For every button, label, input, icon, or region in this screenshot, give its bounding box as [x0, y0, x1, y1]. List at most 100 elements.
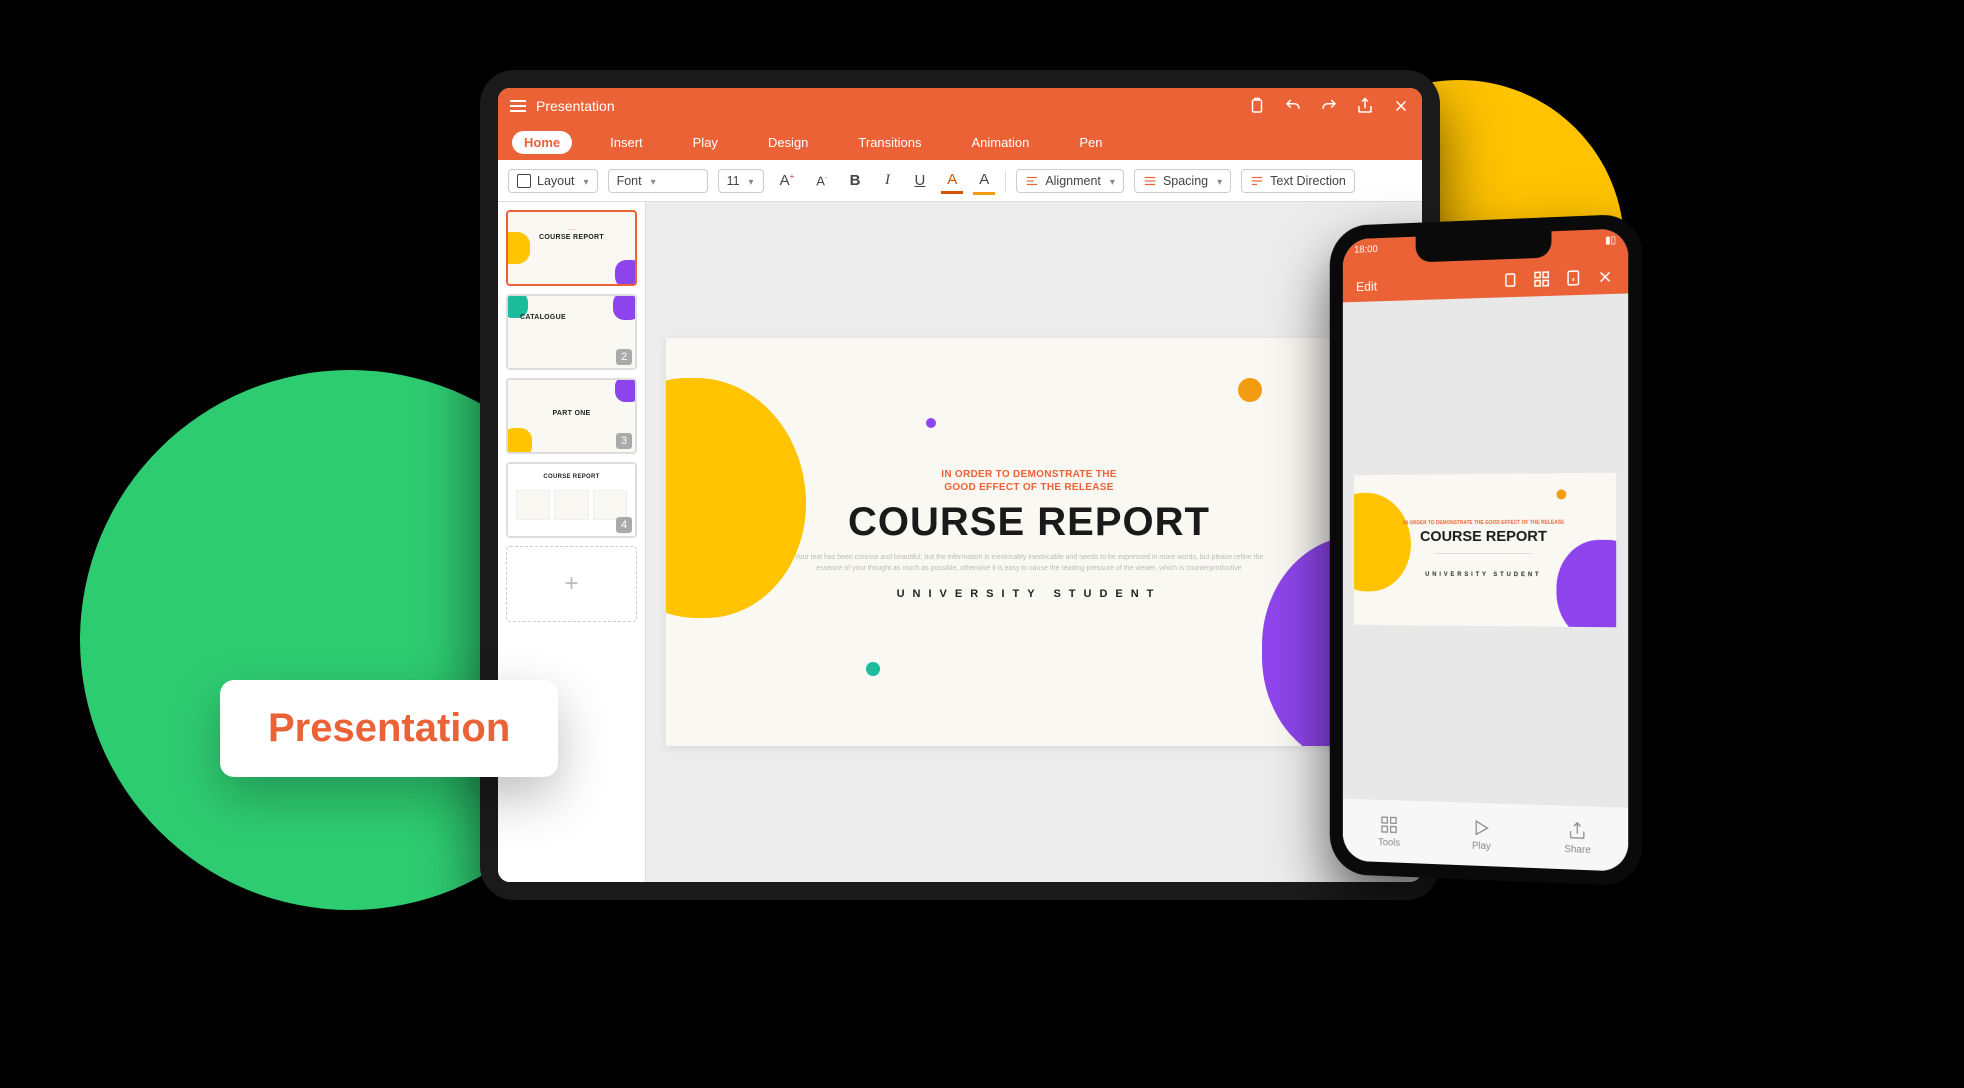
presentation-badge: Presentation [220, 680, 558, 777]
text-direction-icon [1250, 174, 1264, 188]
text-direction-dropdown[interactable]: Text Direction [1241, 169, 1355, 193]
slide-content: IN ORDER TO DEMONSTRATE THE GOOD EFFECT … [666, 468, 1392, 600]
app-title: Presentation [536, 98, 615, 114]
share-icon[interactable] [1356, 97, 1374, 115]
grid-icon[interactable] [1533, 270, 1551, 289]
spacing-label: Spacing [1163, 174, 1208, 188]
share-label: Share [1564, 843, 1591, 855]
tab-home[interactable]: Home [512, 131, 572, 154]
tablet-device: Presentation Home Insert Play Design Tra… [480, 70, 1440, 900]
phone-screen: 18:00 ▮▯ Edit IN ORDER TO DEMONSTRATE TH… [1343, 228, 1628, 871]
thumb-number: 3 [616, 433, 632, 449]
italic-icon[interactable]: I [876, 168, 898, 193]
phone-slide-content: IN ORDER TO DEMONSTRATE THE GOOD EFFECT … [1354, 519, 1616, 578]
decorative-dot-orange [1556, 489, 1566, 499]
ribbon-tabs: Home Insert Play Design Transitions Anim… [498, 124, 1422, 160]
tab-transitions[interactable]: Transitions [846, 131, 933, 154]
tab-animation[interactable]: Animation [960, 131, 1042, 154]
menu-icon[interactable] [510, 105, 526, 107]
edit-button[interactable]: Edit [1356, 279, 1377, 294]
thumb-number: 2 [616, 349, 632, 365]
phone-time: 18:00 [1354, 244, 1378, 256]
slide-thumbnail[interactable]: PART ONE 3 [506, 378, 637, 454]
phone-device: 18:00 ▮▯ Edit IN ORDER TO DEMONSTRATE TH… [1330, 213, 1643, 886]
layout-dropdown[interactable]: Layout [508, 169, 598, 193]
layout-label: Layout [537, 174, 575, 188]
phone-slide-footer: UNIVERSITY STUDENT [1354, 571, 1616, 578]
phone-slide-title: COURSE REPORT [1354, 527, 1616, 544]
thumb-number: 1 [616, 265, 632, 281]
layout-icon [517, 174, 531, 188]
thumb-eyebrow: —— [508, 226, 635, 231]
alignment-label: Alignment [1045, 174, 1101, 188]
slide-eyebrow-1: IN ORDER TO DEMONSTRATE THE [666, 468, 1392, 481]
phone-canvas[interactable]: IN ORDER TO DEMONSTRATE THE GOOD EFFECT … [1343, 293, 1628, 806]
work-area: —— COURSE REPORT 1 CATALOGUE 2 PART ONE … [498, 202, 1422, 882]
play-icon [1472, 817, 1491, 838]
tab-pen[interactable]: Pen [1067, 131, 1114, 154]
spacing-dropdown[interactable]: Spacing [1134, 169, 1231, 193]
clipboard-icon[interactable] [1248, 97, 1266, 115]
tab-design[interactable]: Design [756, 131, 820, 154]
phone-slide-eyebrow: IN ORDER TO DEMONSTRATE THE GOOD EFFECT … [1354, 519, 1616, 526]
font-size-dropdown[interactable]: 11 [718, 169, 764, 193]
tab-insert[interactable]: Insert [598, 131, 655, 154]
plus-icon: + [564, 570, 578, 598]
bold-icon[interactable]: B [844, 168, 867, 193]
slide-body: Your text has been concise and beautiful… [782, 553, 1276, 574]
slide-thumbnail[interactable]: COURSE REPORT 4 [506, 462, 637, 538]
increase-font-icon[interactable]: A+ [774, 168, 801, 193]
toolbar: Layout Font 11 A+ A- B I U A A Alignment [498, 160, 1422, 202]
phone-notch [1416, 231, 1552, 262]
undo-icon[interactable] [1284, 97, 1302, 115]
spacing-icon [1143, 174, 1157, 188]
tools-button[interactable]: Tools [1378, 814, 1400, 848]
phone-bottom-bar: Tools Play Share [1343, 798, 1628, 872]
close-icon[interactable] [1392, 97, 1410, 115]
thumb-title: PART ONE [508, 410, 635, 417]
thumb-number: 4 [616, 517, 632, 533]
alignment-dropdown[interactable]: Alignment [1016, 169, 1124, 193]
decorative-dot-teal [866, 662, 880, 676]
slide-thumbnail[interactable]: —— COURSE REPORT 1 [506, 210, 637, 286]
decorative-dot-orange [1238, 378, 1262, 402]
thumb-title: CATALOGUE [508, 314, 635, 321]
share-icon [1568, 820, 1588, 841]
slide-thumbnail-panel: —— COURSE REPORT 1 CATALOGUE 2 PART ONE … [498, 202, 646, 882]
add-slide-button[interactable]: + [506, 546, 637, 622]
current-slide[interactable]: IN ORDER TO DEMONSTRATE THE GOOD EFFECT … [666, 338, 1392, 746]
toolbar-divider [1005, 170, 1006, 192]
title-bar: Presentation [498, 88, 1422, 124]
slide-footer: UNIVERSITY STUDENT [666, 588, 1392, 600]
slide-canvas[interactable]: IN ORDER TO DEMONSTRATE THE GOOD EFFECT … [646, 202, 1422, 882]
play-button[interactable]: Play [1472, 817, 1491, 852]
slide-thumbnail[interactable]: CATALOGUE 2 [506, 294, 637, 370]
close-icon[interactable] [1596, 267, 1614, 286]
font-size-value: 11 [727, 174, 740, 188]
align-icon [1025, 174, 1039, 188]
badge-label: Presentation [268, 706, 510, 750]
clipboard-icon[interactable] [1501, 271, 1519, 290]
tools-label: Tools [1378, 837, 1400, 849]
decrease-font-icon[interactable]: A- [810, 169, 833, 192]
phone-slide[interactable]: IN ORDER TO DEMONSTRATE THE GOOD EFFECT … [1354, 473, 1616, 627]
font-dropdown[interactable]: Font [608, 169, 708, 193]
thumb-title: COURSE REPORT [508, 474, 635, 480]
tablet-screen: Presentation Home Insert Play Design Tra… [498, 88, 1422, 882]
share-button[interactable]: Share [1564, 820, 1591, 855]
underline-icon[interactable]: U [908, 168, 931, 193]
redo-icon[interactable] [1320, 97, 1338, 115]
highlight-icon[interactable]: A [973, 167, 995, 195]
font-color-icon[interactable]: A [941, 168, 963, 194]
play-label: Play [1472, 840, 1491, 852]
tab-play[interactable]: Play [681, 131, 730, 154]
divider [1435, 553, 1532, 554]
thumb-title: COURSE REPORT [508, 234, 635, 241]
slide-title: COURSE REPORT [666, 500, 1392, 545]
tools-icon [1380, 814, 1399, 834]
text-direction-label: Text Direction [1270, 174, 1346, 188]
slide-eyebrow-2: GOOD EFFECT OF THE RELEASE [666, 481, 1392, 494]
battery-icon: ▮▯ [1605, 235, 1616, 247]
font-label: Font [617, 174, 642, 188]
info-icon[interactable] [1564, 269, 1582, 288]
